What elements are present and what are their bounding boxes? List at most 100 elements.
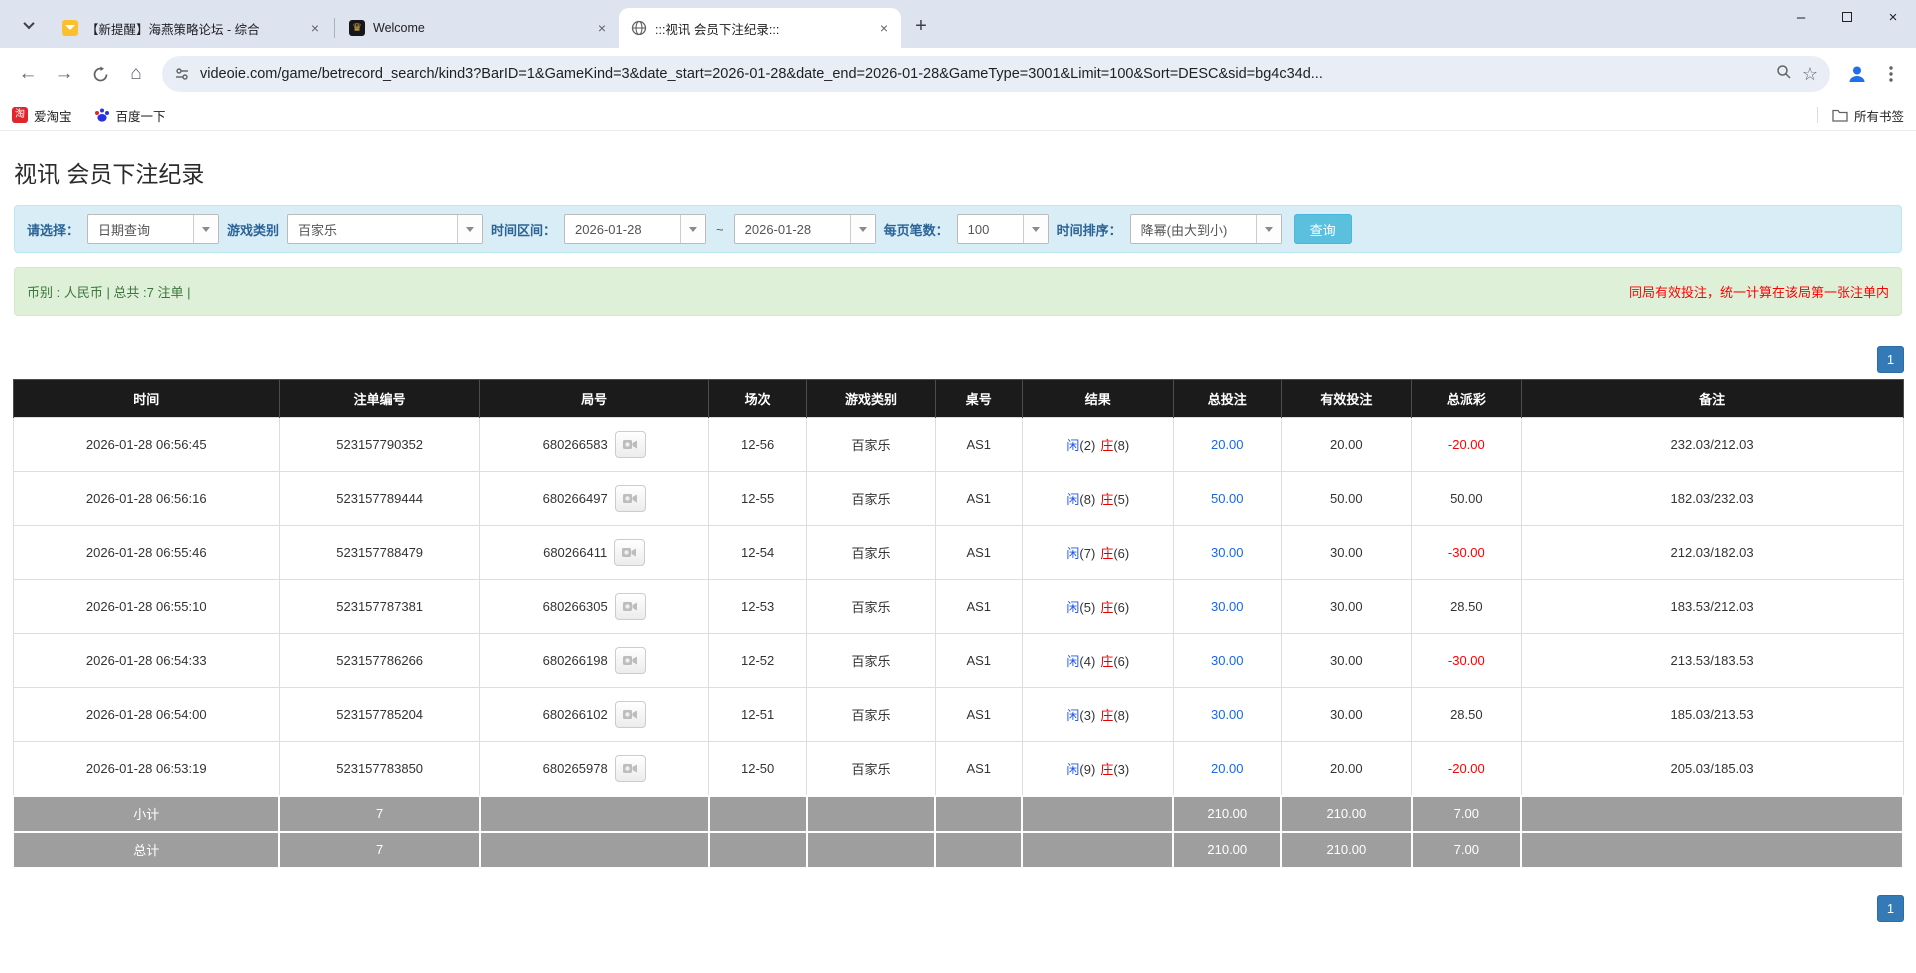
minimize-button[interactable]: –: [1778, 0, 1824, 34]
result-player-count: (2): [1079, 438, 1095, 453]
valid-bet-notice: 同局有效投注，统一计算在该局第一张注单内: [1629, 282, 1889, 301]
profile-avatar[interactable]: [1842, 59, 1872, 89]
table-row: 2026-01-28 06:55:46 523157788479 6802664…: [13, 526, 1903, 580]
cell-result: 闲(7)庄(6): [1022, 526, 1173, 580]
cell-total-bet-link[interactable]: 20.00: [1173, 742, 1281, 796]
cell-note: 205.03/185.03: [1521, 742, 1903, 796]
cell-note: 232.03/212.03: [1521, 418, 1903, 472]
cell-table-no: AS1: [935, 580, 1022, 634]
tab-betrecord-active[interactable]: :::视讯 会员下注纪录::: ×: [619, 8, 901, 48]
video-replay-button[interactable]: [615, 755, 646, 782]
dropdown-caret: [1256, 215, 1281, 243]
cell-total-bet-link[interactable]: 50.00: [1173, 472, 1281, 526]
cell-round: 680266102: [480, 688, 709, 742]
cell-payout: 50.00: [1412, 472, 1522, 526]
game-type-select[interactable]: 百家乐: [287, 214, 483, 244]
cell-total-bet-link[interactable]: 30.00: [1173, 634, 1281, 688]
cell-round: 680266411: [480, 526, 709, 580]
video-replay-button[interactable]: [615, 647, 646, 674]
site-info-icon[interactable]: [174, 66, 190, 82]
cell-session: 12-51: [709, 688, 807, 742]
cell-game: 百家乐: [807, 634, 936, 688]
all-bookmarks-button[interactable]: 所有书签: [1817, 106, 1904, 125]
globe-favicon-icon: [631, 20, 647, 36]
result-player-count: (5): [1079, 600, 1095, 615]
url-bar[interactable]: videoie.com/game/betrecord_search/kind3?…: [162, 56, 1830, 92]
tab-forum[interactable]: 【新提醒】海燕策略论坛 - 综合 ×: [50, 8, 332, 48]
bookmark-baidu[interactable]: 百度一下: [94, 106, 166, 125]
result-player-label: 闲: [1066, 438, 1079, 453]
close-window-button[interactable]: ×: [1870, 0, 1916, 34]
column-header: 总投注: [1173, 380, 1281, 418]
result-player-count: (4): [1079, 654, 1095, 669]
dropdown-caret: [1023, 215, 1048, 243]
new-tab-button[interactable]: +: [907, 12, 935, 40]
tab-bar: 【新提醒】海燕策略论坛 - 综合 × ♛ Welcome × :::视讯 会员下…: [0, 0, 1916, 48]
menu-kebab-icon[interactable]: [1876, 59, 1906, 89]
window-controls: – ×: [1778, 0, 1916, 34]
result-player-label: 闲: [1066, 762, 1079, 777]
cell-bet-id: 523157788479: [279, 526, 479, 580]
bookmark-label: 爱淘宝: [34, 106, 72, 125]
cell-result: 闲(8)庄(5): [1022, 472, 1173, 526]
video-replay-button[interactable]: [615, 701, 646, 728]
close-icon[interactable]: ×: [306, 19, 324, 37]
result-player-label: 闲: [1066, 546, 1079, 561]
cell-bet-id: 523157783850: [279, 742, 479, 796]
reload-button[interactable]: [82, 56, 118, 92]
date-end-select[interactable]: 2026-01-28: [734, 214, 876, 244]
video-replay-button[interactable]: [615, 593, 646, 620]
per-page-value: 100: [958, 222, 1023, 237]
zoom-icon[interactable]: [1776, 64, 1792, 85]
table-row: 2026-01-28 06:54:00 523157785204 6802661…: [13, 688, 1903, 742]
sort-select[interactable]: 降幂(由大到小): [1130, 214, 1282, 244]
tab-search-button[interactable]: [14, 10, 44, 40]
url-text[interactable]: videoie.com/game/betrecord_search/kind3?…: [200, 66, 1768, 82]
cell-total-bet-link[interactable]: 30.00: [1173, 526, 1281, 580]
total-label: 总计: [13, 832, 279, 868]
table-row: 2026-01-28 06:54:33 523157786266 6802661…: [13, 634, 1903, 688]
cell-table-no: AS1: [935, 526, 1022, 580]
date-start-select[interactable]: 2026-01-28: [564, 214, 706, 244]
maximize-button[interactable]: [1824, 0, 1870, 34]
back-button[interactable]: ←: [10, 56, 46, 92]
cell-total-bet-link[interactable]: 30.00: [1173, 580, 1281, 634]
cell-time: 2026-01-28 06:54:33: [13, 634, 279, 688]
close-icon[interactable]: ×: [875, 19, 893, 37]
forward-button[interactable]: →: [46, 56, 82, 92]
bookmark-taobao[interactable]: 淘 爱淘宝: [12, 106, 72, 125]
tab-welcome[interactable]: ♛ Welcome ×: [337, 8, 619, 48]
column-header: 游戏类别: [807, 380, 936, 418]
per-page-select[interactable]: 100: [957, 214, 1049, 244]
query-type-select[interactable]: 日期查询: [87, 214, 219, 244]
cell-time: 2026-01-28 06:56:45: [13, 418, 279, 472]
bookmarks-bar: 淘 爱淘宝 百度一下 所有书签: [0, 100, 1916, 131]
close-icon[interactable]: ×: [593, 19, 611, 37]
reload-icon: [92, 66, 109, 83]
bookmark-star-icon[interactable]: ☆: [1802, 64, 1818, 85]
home-button[interactable]: ⌂: [118, 56, 154, 92]
page-1-button[interactable]: 1: [1877, 346, 1904, 373]
result-banker-label: 庄: [1100, 492, 1113, 507]
page-title: 视讯 会员下注纪录: [14, 155, 1916, 189]
cell-table-no: AS1: [935, 742, 1022, 796]
round-number: 680266583: [543, 437, 608, 452]
crest-favicon-icon: ♛: [349, 20, 365, 36]
film-icon: [622, 437, 639, 452]
cell-table-no: AS1: [935, 472, 1022, 526]
video-replay-button[interactable]: [615, 485, 646, 512]
video-replay-button[interactable]: [615, 431, 646, 458]
cell-total-bet-link[interactable]: 20.00: [1173, 418, 1281, 472]
cell-payout: -30.00: [1412, 526, 1522, 580]
search-button[interactable]: 查询: [1294, 214, 1352, 244]
dropdown-caret: [850, 215, 875, 243]
cell-time: 2026-01-28 06:53:19: [13, 742, 279, 796]
page-1-button[interactable]: 1: [1877, 895, 1904, 922]
cell-total-bet-link[interactable]: 30.00: [1173, 688, 1281, 742]
cell-game: 百家乐: [807, 526, 936, 580]
sort-value: 降幂(由大到小): [1131, 220, 1256, 239]
film-icon: [622, 599, 639, 614]
round-number: 680266102: [543, 707, 608, 722]
video-replay-button[interactable]: [614, 539, 645, 566]
subtotal-count: 7: [279, 796, 479, 832]
